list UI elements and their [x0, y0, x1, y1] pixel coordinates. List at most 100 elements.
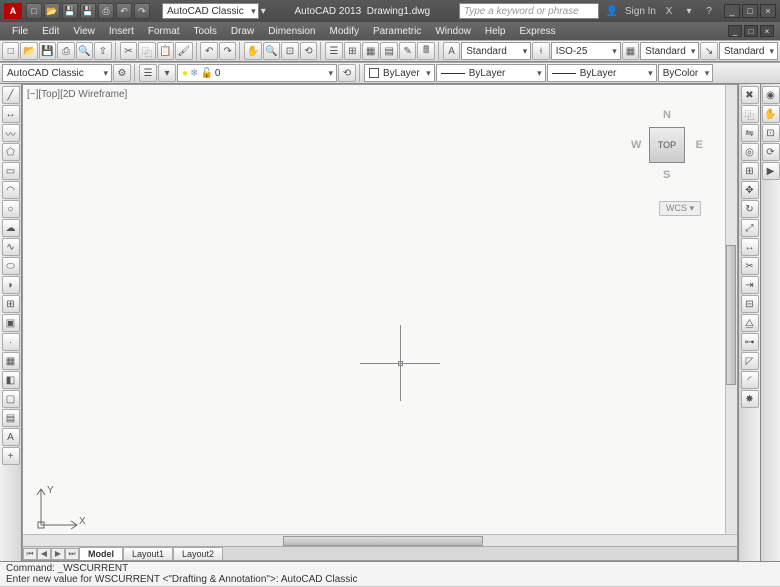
scale-tool[interactable]: ⤢ — [741, 219, 759, 237]
markup-button[interactable]: ✎ — [399, 42, 416, 60]
stayconnected-icon[interactable]: ▾ — [682, 4, 696, 18]
linetype-combo[interactable]: ByLayer — [436, 64, 546, 82]
lineweight-combo[interactable]: ByLayer — [547, 64, 657, 82]
dim-style-combo[interactable]: ISO-25 — [551, 42, 621, 60]
add-selected-tool[interactable]: + — [2, 447, 20, 465]
window-close-button[interactable]: × — [760, 4, 776, 18]
qat-open-icon[interactable]: 📂 — [44, 3, 60, 19]
mleaderstyle-icon[interactable]: ↘ — [700, 42, 717, 60]
menu-view[interactable]: View — [67, 26, 101, 37]
workspace-settings-icon[interactable]: ⚙ — [113, 64, 131, 82]
tab-layout2[interactable]: Layout2 — [173, 547, 223, 560]
zoom-window-button[interactable]: ⊡ — [281, 42, 298, 60]
erase-tool[interactable]: ✖ — [741, 86, 759, 104]
pan-button[interactable]: ✋ — [244, 42, 261, 60]
mtext-tool[interactable]: A — [2, 428, 20, 446]
qat-new-icon[interactable]: □ — [26, 3, 42, 19]
viewcube-top-face[interactable]: TOP — [649, 127, 685, 163]
copy-tool[interactable]: ⿻ — [741, 105, 759, 123]
arc-tool[interactable]: ◠ — [2, 181, 20, 199]
viewcube[interactable]: N S E W TOP — [627, 105, 707, 185]
ellipse-tool[interactable]: ⬭ — [2, 257, 20, 275]
spline-tool[interactable]: ∿ — [2, 238, 20, 256]
undo-button[interactable]: ↶ — [200, 42, 217, 60]
revision-cloud-tool[interactable]: ☁ — [2, 219, 20, 237]
viewcube-west[interactable]: W — [631, 139, 641, 151]
array-tool[interactable]: ⊞ — [741, 162, 759, 180]
signin-person-icon[interactable]: 👤 — [605, 4, 619, 18]
app-icon[interactable]: A — [4, 3, 22, 19]
rectangle-tool[interactable]: ▭ — [2, 162, 20, 180]
line-tool[interactable]: ╱ — [2, 86, 20, 104]
menu-tools[interactable]: Tools — [188, 26, 223, 37]
vertical-scrollbar[interactable] — [725, 85, 737, 534]
showmotion-icon[interactable]: ▶ — [762, 162, 780, 180]
menu-draw[interactable]: Draw — [225, 26, 260, 37]
tab-nav-prev[interactable]: ◀ — [37, 548, 51, 560]
menu-dimension[interactable]: Dimension — [262, 26, 321, 37]
offset-tool[interactable]: ◎ — [741, 143, 759, 161]
dimstyle-icon[interactable]: ⟊ — [532, 42, 549, 60]
stretch-tool[interactable]: ↔ — [741, 238, 759, 256]
copy-button[interactable]: ⿻ — [138, 42, 155, 60]
polygon-tool[interactable]: ⬠ — [2, 143, 20, 161]
qat-undo-icon[interactable]: ↶ — [116, 3, 132, 19]
sheet-set-button[interactable]: ▤ — [380, 42, 397, 60]
insert-block-tool[interactable]: ⊞ — [2, 295, 20, 313]
tablestyle-icon[interactable]: ▦ — [622, 42, 639, 60]
window-minimize-button[interactable]: _ — [724, 4, 740, 18]
infocenter-search[interactable]: Type a keyword or phrase — [459, 3, 599, 19]
rotate-tool[interactable]: ↻ — [741, 200, 759, 218]
annotation-scale-button[interactable]: A — [443, 42, 460, 60]
save-button[interactable]: 💾 — [39, 42, 56, 60]
menu-modify[interactable]: Modify — [324, 26, 365, 37]
explode-tool[interactable]: ✸ — [741, 390, 759, 408]
qat-save-icon[interactable]: 💾 — [62, 3, 78, 19]
cut-button[interactable]: ✂ — [120, 42, 137, 60]
fillet-tool[interactable]: ◜ — [741, 371, 759, 389]
layer-states-button[interactable]: ▾ — [158, 64, 176, 82]
qat-print-icon[interactable]: ⎙ — [98, 3, 114, 19]
mirror-tool[interactable]: ⇋ — [741, 124, 759, 142]
pan-nav-icon[interactable]: ✋ — [762, 105, 780, 123]
window-maximize-button[interactable]: □ — [742, 4, 758, 18]
circle-tool[interactable]: ○ — [2, 200, 20, 218]
move-tool[interactable]: ✥ — [741, 181, 759, 199]
zoom-realtime-button[interactable]: 🔍 — [263, 42, 280, 60]
workspace-combo-2[interactable]: AutoCAD Classic — [2, 64, 112, 82]
plotstyle-combo[interactable]: ByColor — [658, 64, 714, 82]
plot-preview-button[interactable]: 🔍 — [76, 42, 93, 60]
make-block-tool[interactable]: ▣ — [2, 314, 20, 332]
signin-label[interactable]: Sign In — [625, 6, 656, 17]
break-tool[interactable]: ⧋ — [741, 314, 759, 332]
tab-nav-first[interactable]: ⏮ — [23, 548, 37, 560]
qat-redo-icon[interactable]: ↷ — [134, 3, 150, 19]
steering-wheel-icon[interactable]: ◉ — [762, 86, 780, 104]
plot-button[interactable]: ⎙ — [57, 42, 74, 60]
wcs-indicator[interactable]: WCS ▾ — [659, 201, 701, 216]
menu-parametric[interactable]: Parametric — [367, 26, 427, 37]
quickcalc-button[interactable]: 🖩 — [417, 42, 434, 60]
qat-saveas-icon[interactable]: 💾 — [80, 3, 96, 19]
polyline-tool[interactable]: 〰 — [2, 124, 20, 142]
text-style-combo[interactable]: Standard — [461, 42, 531, 60]
design-center-button[interactable]: ⊞ — [344, 42, 361, 60]
menu-insert[interactable]: Insert — [103, 26, 140, 37]
menu-window[interactable]: Window — [429, 26, 477, 37]
menu-format[interactable]: Format — [142, 26, 186, 37]
orbit-icon[interactable]: ⟳ — [762, 143, 780, 161]
doc-minimize-button[interactable]: _ — [728, 25, 742, 37]
region-tool[interactable]: ▢ — [2, 390, 20, 408]
tab-model[interactable]: Model — [79, 547, 123, 560]
menu-edit[interactable]: Edit — [36, 26, 65, 37]
open-button[interactable]: 📂 — [20, 42, 37, 60]
viewport-label[interactable]: [−][Top][2D Wireframe] — [27, 89, 127, 100]
tool-palettes-button[interactable]: ▦ — [362, 42, 379, 60]
viewcube-south[interactable]: S — [663, 169, 670, 181]
paste-button[interactable]: 📋 — [157, 42, 174, 60]
matchprop-button[interactable]: 🖌 — [175, 42, 192, 60]
mleader-style-combo[interactable]: Standard — [719, 42, 778, 60]
menu-help[interactable]: Help — [479, 26, 512, 37]
menu-file[interactable]: File — [6, 26, 34, 37]
break-at-point-tool[interactable]: ⊟ — [741, 295, 759, 313]
